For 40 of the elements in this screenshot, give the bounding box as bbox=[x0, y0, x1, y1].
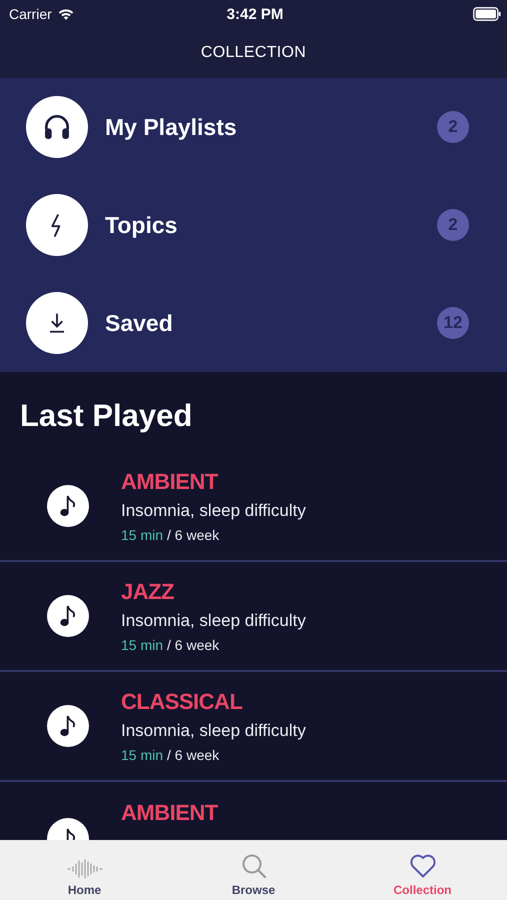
music-note-icon bbox=[47, 485, 89, 527]
library-row[interactable]: Topics 2 bbox=[0, 176, 507, 274]
track-item[interactable]: CLASSICAL Insomnia, sleep difficulty 15 min / 6 week bbox=[0, 672, 507, 782]
collection-label: Topics bbox=[105, 212, 178, 238]
frequency-label: / 6 week bbox=[167, 747, 220, 763]
track-item[interactable]: JAZZ Insomnia, sleep difficulty 15 min / 6 week bbox=[0, 562, 507, 672]
collection-label: My Playlists bbox=[105, 114, 238, 140]
carrier-label: Carrier bbox=[9, 6, 52, 22]
library-row[interactable]: Saved 12 bbox=[0, 274, 507, 372]
genre-title: CLASSICAL bbox=[121, 689, 244, 715]
library-row[interactable]: My Playlists 2 bbox=[0, 78, 507, 176]
collection-label: Saved bbox=[105, 310, 174, 336]
screen-title: COLLECTION bbox=[200, 44, 306, 62]
track-item[interactable]: AMBIENT bbox=[0, 782, 507, 840]
track-subtitle: Insomnia, sleep difficulty bbox=[121, 501, 306, 521]
tab-item[interactable]: Home bbox=[0, 840, 169, 900]
track-subtitle: Insomnia, sleep difficulty bbox=[121, 721, 306, 741]
frequency-label: / 6 week bbox=[167, 527, 220, 543]
genre-title: AMBIENT bbox=[121, 469, 219, 495]
count-badge: 2 bbox=[437, 111, 469, 143]
tab-item[interactable]: Browse bbox=[169, 840, 338, 900]
battery-icon bbox=[472, 7, 501, 21]
count-badge: 12 bbox=[437, 307, 469, 339]
duration-label: 15 min bbox=[121, 637, 164, 653]
music-note-icon bbox=[47, 595, 89, 637]
duration-label: 15 min bbox=[121, 527, 164, 543]
heart-icon bbox=[408, 853, 436, 879]
waveform-icon bbox=[66, 859, 104, 879]
count-badge: 2 bbox=[437, 209, 469, 241]
track-item[interactable]: AMBIENT Insomnia, sleep difficulty 15 min / 6 week bbox=[0, 452, 507, 562]
search-icon bbox=[240, 853, 266, 879]
track-subtitle: Insomnia, sleep difficulty bbox=[121, 611, 306, 631]
genre-title: AMBIENT bbox=[121, 800, 218, 826]
frequency-label: / 6 week bbox=[167, 637, 220, 653]
status-time: 3:42 PM bbox=[226, 6, 284, 22]
duration-label: 15 min bbox=[121, 747, 164, 763]
genre-title: JAZZ bbox=[121, 579, 175, 605]
wifi-icon bbox=[56, 8, 75, 20]
music-note-icon bbox=[47, 705, 89, 747]
section-heading: Last Played bbox=[19, 397, 194, 435]
